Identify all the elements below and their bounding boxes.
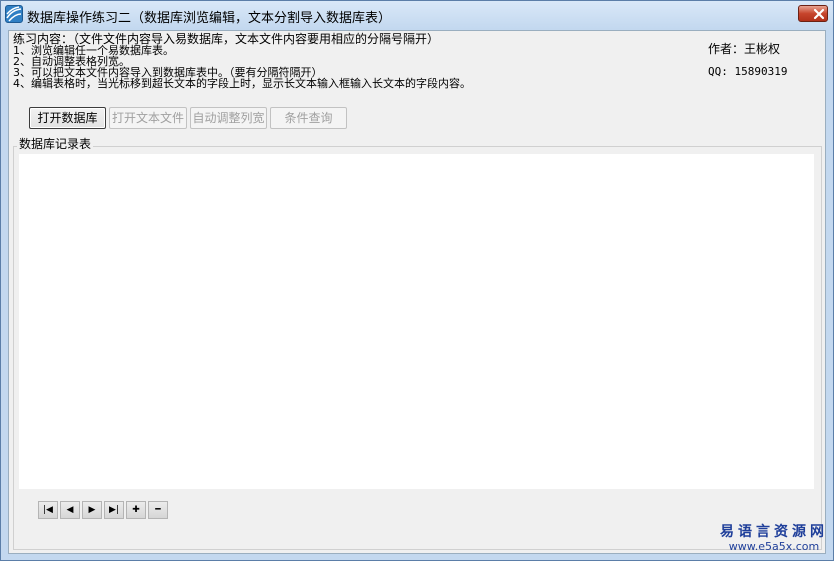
watermark-site-name: 易语言资源网 [720, 524, 828, 540]
watermark-url: www.e5a5x.com [728, 540, 820, 553]
qq-label: QQ: 15890319 [708, 65, 788, 78]
open-database-button[interactable]: 打开数据库 [29, 107, 106, 129]
last-record-button[interactable]: ▶| [104, 501, 124, 519]
records-group-label: 数据库记录表 [17, 137, 94, 151]
records-table[interactable] [19, 154, 814, 489]
close-button[interactable] [798, 5, 828, 22]
open-text-file-button[interactable]: 打开文本文件 [109, 107, 187, 129]
auto-column-width-button[interactable]: 自动调整列宽 [190, 107, 267, 129]
window-title: 数据库操作练习二（数据库浏览编辑，文本分割导入数据库表） [27, 11, 392, 26]
condition-query-button[interactable]: 条件查询 [270, 107, 347, 129]
prev-record-button[interactable]: ◀ [60, 501, 80, 519]
close-icon [813, 8, 825, 20]
delete-record-button[interactable]: ━ [148, 501, 168, 519]
add-record-button[interactable]: ✚ [126, 501, 146, 519]
author-label: 作者：王彬权 [708, 42, 781, 56]
site-watermark: 易语言资源网 www.e5a5x.com [717, 524, 831, 556]
exercise-item-4: 4、编辑表格时，当光标移到超长文本的字段上时，显示长文本输入框输入长文本的字段内… [13, 77, 471, 90]
title-bar[interactable]: 数据库操作练习二（数据库浏览编辑，文本分割导入数据库表） [1, 1, 833, 29]
first-record-button[interactable]: |◀ [38, 501, 58, 519]
client-area: 练习内容：（文件文件内容导入易数据库，文本文件内容要用相应的分隔号隔开） 1、浏… [8, 30, 826, 554]
app-icon [5, 5, 23, 23]
main-window: 数据库操作练习二（数据库浏览编辑，文本分割导入数据库表） 练习内容：（文件文件内… [0, 0, 834, 561]
next-record-button[interactable]: ▶ [82, 501, 102, 519]
